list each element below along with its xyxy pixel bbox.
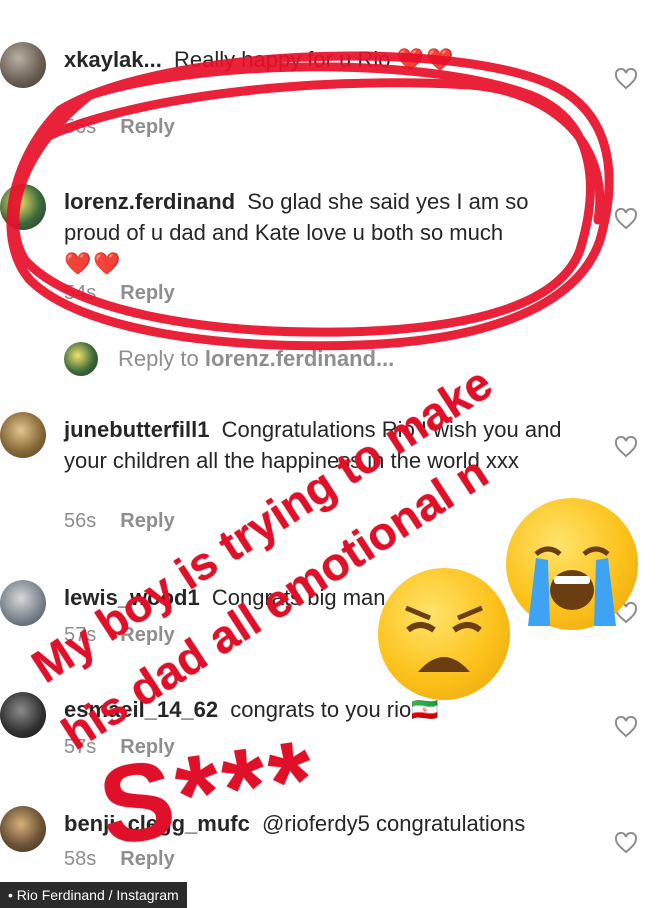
crying-face-emoji-icon xyxy=(506,498,638,630)
weary-face-emoji-icon xyxy=(378,568,510,700)
photo-credit: • Rio Ferdinand / Instagram xyxy=(0,882,187,908)
